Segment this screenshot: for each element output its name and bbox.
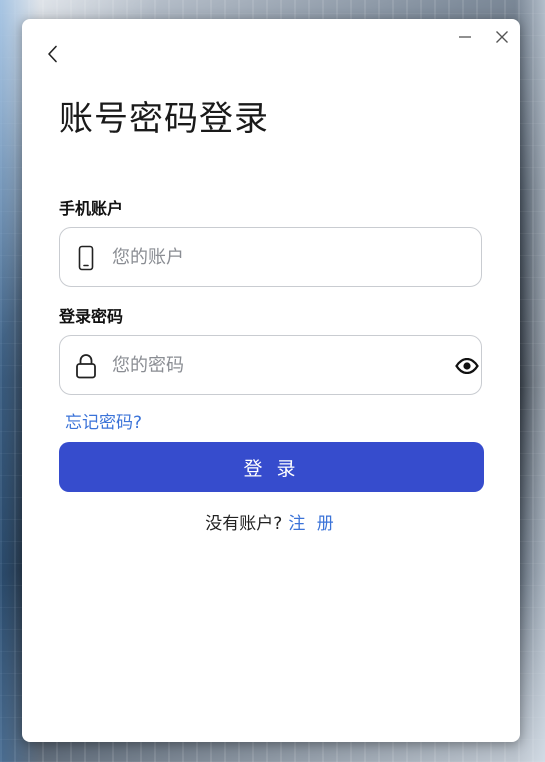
account-label: 手机账户 bbox=[59, 199, 124, 218]
password-input-box[interactable] bbox=[59, 335, 482, 395]
chevron-left-icon bbox=[46, 45, 60, 67]
minimize-button[interactable] bbox=[452, 27, 478, 49]
phone-icon bbox=[74, 244, 98, 272]
close-icon bbox=[495, 29, 509, 48]
minimize-icon bbox=[458, 29, 472, 48]
register-prompt: 没有账户? bbox=[205, 514, 283, 534]
close-button[interactable] bbox=[489, 27, 515, 49]
forgot-password-link[interactable]: 忘记密码? bbox=[65, 408, 142, 433]
login-dialog: 账号密码登录 手机账户 登录密码 忘记密码? 登 录 没有账户?注 册 bbox=[22, 19, 520, 742]
lock-icon bbox=[74, 352, 98, 380]
register-row: 没有账户? 注 册 bbox=[22, 509, 520, 534]
account-input[interactable] bbox=[112, 228, 442, 286]
register-link[interactable]: 注 册 bbox=[288, 514, 336, 534]
account-input-box[interactable] bbox=[59, 227, 482, 287]
login-button[interactable]: 登 录 bbox=[59, 442, 484, 492]
password-input[interactable] bbox=[112, 336, 442, 394]
eye-icon[interactable] bbox=[455, 354, 479, 378]
password-label: 登录密码 bbox=[59, 307, 124, 326]
back-button[interactable] bbox=[42, 45, 64, 67]
page-title: 账号密码登录 bbox=[59, 99, 269, 139]
